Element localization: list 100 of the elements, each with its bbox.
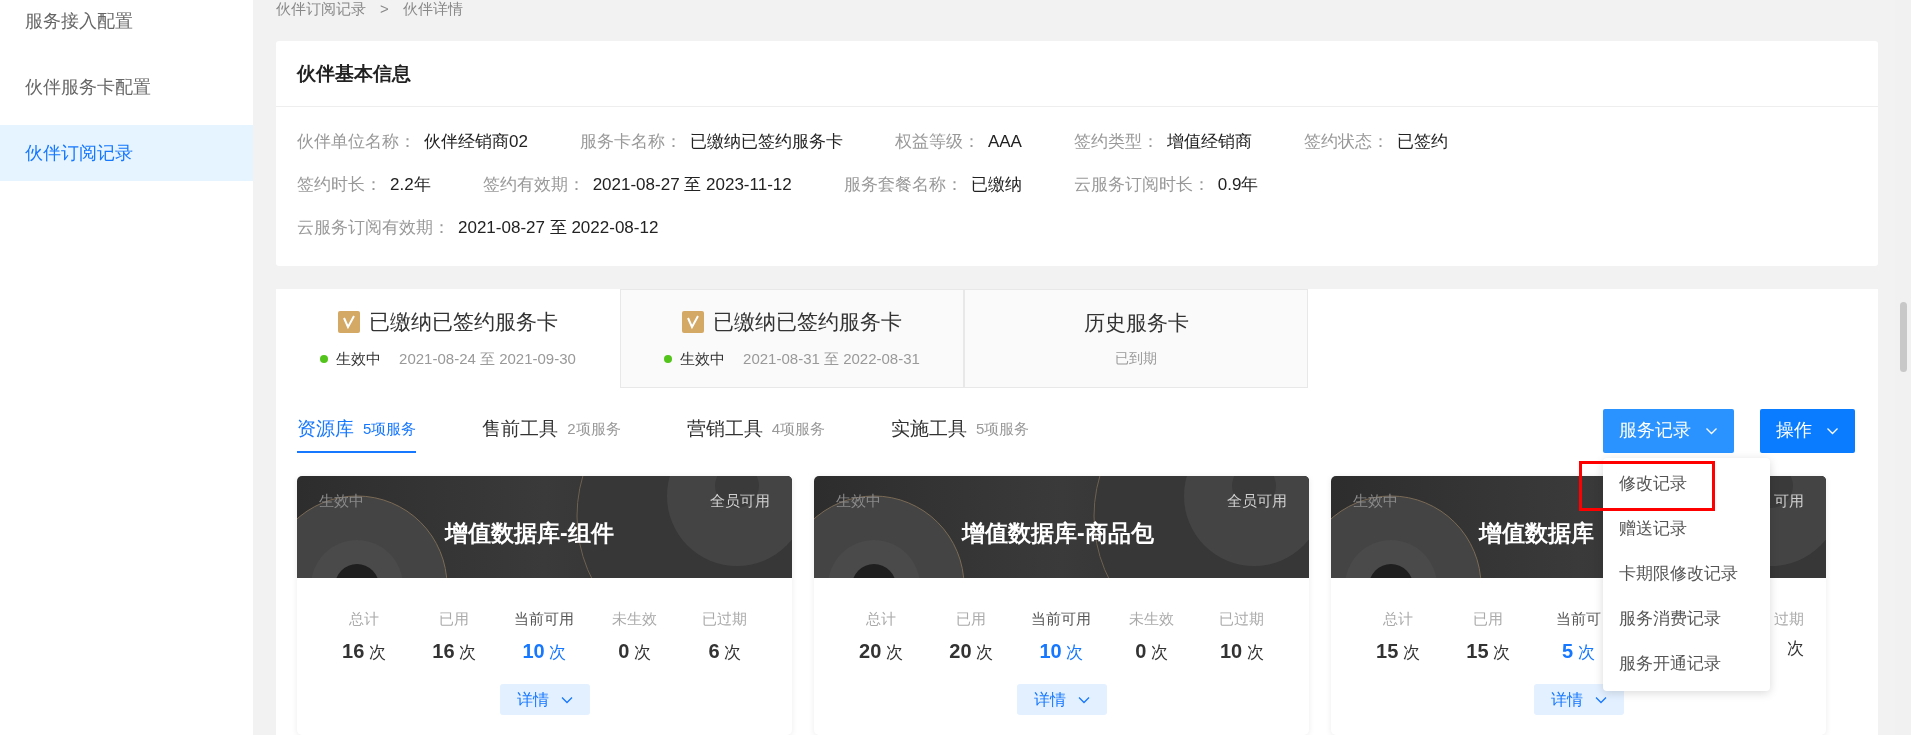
field-label: 签约有效期： [482, 174, 585, 197]
field-value: 已缴纳已签约服务卡 [689, 131, 843, 154]
tab-title: 已缴纳已签约服务卡 [713, 309, 902, 335]
caret-icon [560, 695, 573, 704]
field-label: 服务卡名称： [579, 131, 682, 154]
menu-item[interactable]: 赠送记录 [1619, 516, 1687, 542]
card-title: 伙伴基本信息 [297, 61, 411, 86]
tab-label: 资源库 [297, 417, 354, 442]
tab-title: 历史服务卡 [1083, 309, 1189, 336]
service-title: 增值数据库-组件 [445, 519, 614, 548]
detail-button[interactable]: 详情 [499, 684, 590, 715]
status-text: 生效中 [336, 348, 382, 369]
field-label: 云服务订阅有效期： [297, 217, 450, 240]
field-value: 0.9年 [1217, 174, 1259, 197]
stat-value: 10 次 [522, 639, 567, 664]
service-title: 增值数据库 [1479, 519, 1594, 548]
detail-button[interactable]: 详情 [1533, 684, 1624, 715]
field-value: 已签约 [1396, 131, 1448, 154]
stat-label: 过期 [1774, 608, 1804, 629]
tab-label: 实施工具 [891, 417, 968, 442]
stat-value: 15 次 [1466, 639, 1511, 664]
stat-label: 已用 [439, 608, 470, 629]
breadcrumb-separator: > [380, 0, 389, 19]
field-value: 伙伴经销商02 [424, 131, 528, 154]
detail-button[interactable]: 详情 [1016, 684, 1107, 715]
field-value: 2021-08-27 至 2022-08-12 [458, 217, 659, 240]
tab-subtitle: 已到期 [1115, 349, 1157, 369]
sidebar-item[interactable]: 伙伴订阅记录 [0, 125, 253, 181]
stat-label: 已过期 [1219, 608, 1265, 629]
stat-value: 20 次 [859, 639, 904, 664]
stat-label: 未生效 [612, 608, 658, 629]
service-tab[interactable]: 售前工具 2项服务 [482, 408, 621, 453]
status-text: 生效中 [680, 348, 726, 369]
scope-label: 全员可用 [1227, 490, 1287, 511]
field-label: 伙伴单位名称： [297, 131, 416, 154]
field-label: 云服务订阅时长： [1073, 174, 1210, 197]
stat-value: 10 次 [1219, 639, 1264, 664]
service-tab[interactable]: 资源库 5项服务 [297, 408, 417, 453]
stat-value: 0 次 [618, 639, 652, 664]
stat-value: 0 次 [1135, 639, 1169, 664]
card-tab[interactable]: 已缴纳已签约服务卡 生效中 2021-08-31 至 2022-08-31 [620, 288, 964, 388]
menu-item[interactable]: 卡期限修改记录 [1619, 561, 1738, 587]
stat-label: 总计 [349, 608, 380, 629]
stat-label: 已用 [956, 608, 987, 629]
stat-value: 次 [1787, 638, 1804, 660]
sidebar-item[interactable]: 伙伴服务卡配置 [0, 59, 253, 115]
stat-value: 5 次 [1562, 639, 1595, 664]
tab-count: 5项服务 [363, 419, 417, 440]
stat-label: 总计 [1383, 608, 1414, 629]
caret-icon [1594, 695, 1607, 704]
stat-value: 16 次 [342, 639, 387, 664]
dropdown-button[interactable]: 操作 [1760, 408, 1855, 453]
stat-value: 6 次 [708, 639, 742, 664]
tab-title: 已缴纳已签约服务卡 [369, 309, 558, 335]
card-badge-icon [338, 310, 360, 333]
tab-count: 2项服务 [567, 419, 621, 440]
caret-icon [1826, 426, 1839, 435]
field-value: 已缴纳 [970, 174, 1022, 197]
menu-item[interactable]: 服务消费记录 [1619, 606, 1721, 632]
stat-value: 10 次 [1039, 639, 1084, 664]
stat-label: 当前可用 [514, 608, 575, 629]
menu-item[interactable]: 服务开通记录 [1619, 651, 1721, 677]
service-title: 增值数据库-商品包 [962, 519, 1154, 548]
stat-label: 总计 [866, 608, 897, 629]
stat-value: 16 次 [432, 639, 477, 664]
field-label: 服务套餐名称： [843, 174, 963, 197]
stat-label: 当前可用 [1031, 608, 1092, 629]
field-label: 签约时长： [297, 174, 382, 197]
field-value: 增值经销商 [1166, 131, 1252, 154]
stat-label: 已用 [1473, 608, 1504, 629]
menu-item[interactable]: 修改记录 [1619, 471, 1687, 497]
caret-icon [1705, 426, 1718, 435]
field-value: AAA [987, 131, 1022, 154]
status-label: 生效中 [1353, 490, 1398, 511]
stat-label: 当前可 [1556, 608, 1601, 629]
field-label: 权益等级： [894, 131, 980, 154]
tab-label: 营销工具 [686, 417, 763, 442]
scope-label: 全员可用 [710, 490, 770, 511]
sidebar-item[interactable]: 服务接入配置 [0, 0, 253, 49]
field-label: 签约类型： [1073, 131, 1159, 154]
scrollbar-thumb[interactable] [1899, 302, 1907, 372]
stat-label: 未生效 [1129, 608, 1175, 629]
stat-label: 已过期 [702, 608, 748, 629]
status-label: 生效中 [319, 490, 364, 511]
period-text: 2021-08-24 至 2021-09-30 [399, 348, 576, 369]
service-tab[interactable]: 实施工具 5项服务 [891, 408, 1030, 453]
service-tab[interactable]: 营销工具 4项服务 [686, 408, 826, 453]
card-badge-icon [682, 310, 704, 333]
field-value: 2.2年 [390, 174, 431, 197]
scope-label: 可用 [1774, 490, 1804, 511]
period-text: 2021-08-31 至 2022-08-31 [743, 348, 920, 369]
field-value: 2021-08-27 至 2023-11-12 [592, 174, 792, 197]
tab-label: 售前工具 [482, 417, 559, 442]
stat-value: 15 次 [1376, 639, 1421, 664]
tab-count: 5项服务 [976, 419, 1030, 440]
caret-icon [1077, 695, 1090, 704]
field-label: 签约状态： [1303, 131, 1389, 154]
breadcrumb-current: 伙伴详情 [402, 0, 463, 19]
stat-value: 20 次 [949, 639, 994, 664]
card-tab[interactable]: 历史服务卡 已到期 [964, 288, 1308, 388]
